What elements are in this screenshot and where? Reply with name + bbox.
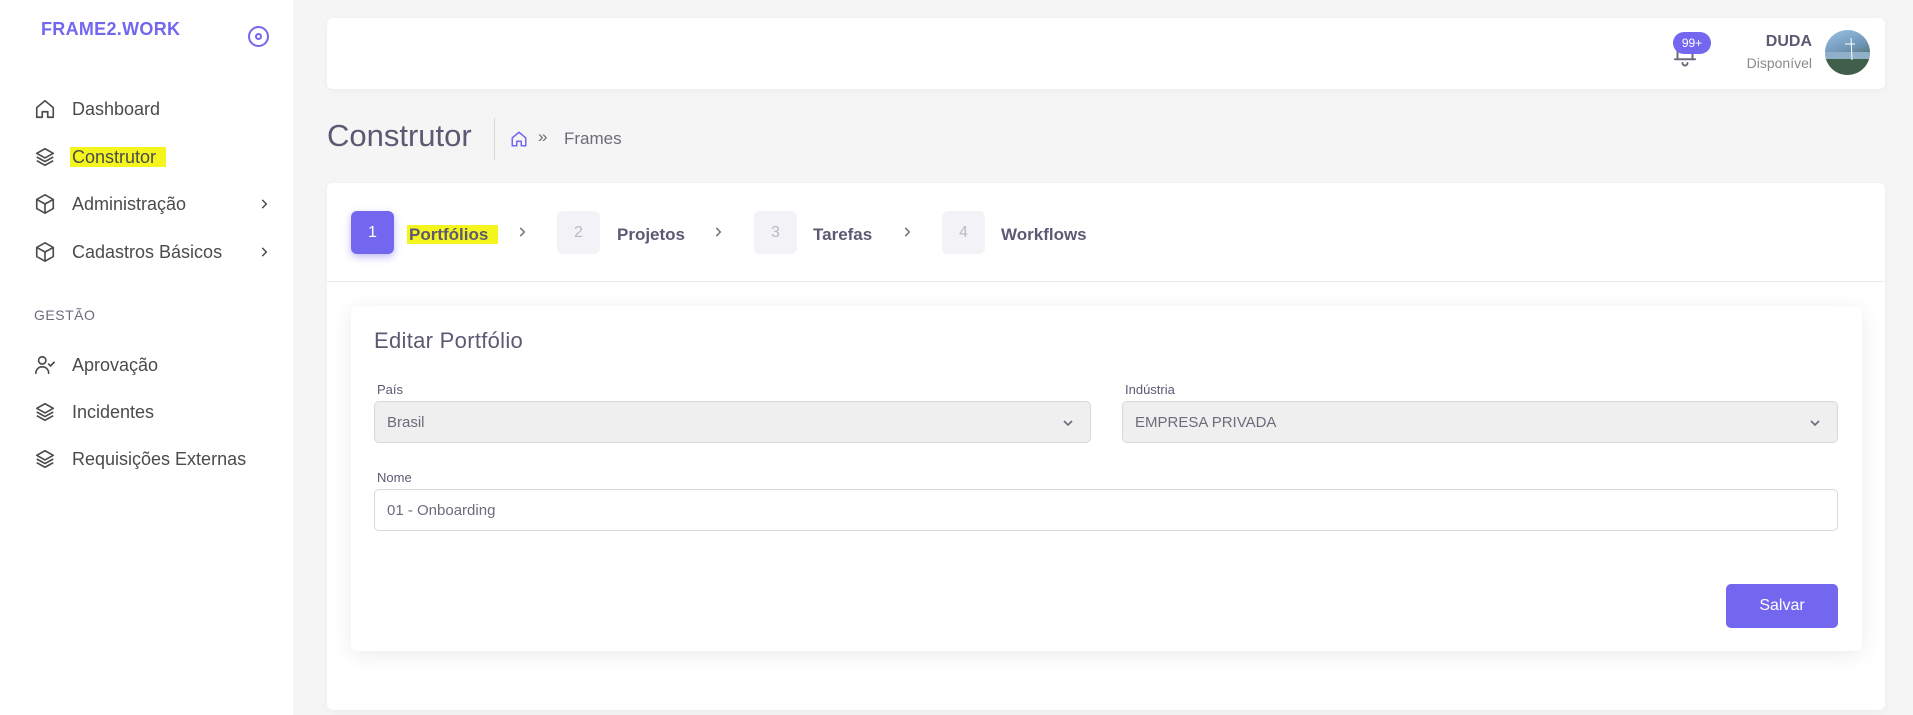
chevron-right-icon bbox=[255, 195, 273, 213]
save-button[interactable]: Salvar bbox=[1726, 584, 1838, 628]
pais-select[interactable]: Brasil bbox=[374, 401, 1091, 443]
nome-input[interactable] bbox=[374, 489, 1838, 531]
chevron-right-icon bbox=[255, 243, 273, 261]
form-title: Editar Portfólio bbox=[374, 328, 524, 353]
title-divider bbox=[494, 118, 495, 160]
sidebar-item-dashboard[interactable]: Dashboard bbox=[33, 94, 273, 124]
user-status: Disponível bbox=[1746, 55, 1812, 71]
breadcrumb-separator: » bbox=[538, 127, 548, 146]
step-label-text: Portfólios bbox=[407, 225, 499, 244]
sidebar-item-aprovacao[interactable]: Aprovação bbox=[33, 350, 273, 380]
home-icon bbox=[33, 97, 57, 121]
edit-portfolio-card bbox=[351, 306, 1862, 651]
sidebar-item-requisicoes-externas[interactable]: Requisições Externas bbox=[33, 444, 273, 474]
avatar[interactable] bbox=[1825, 30, 1870, 75]
layers-icon bbox=[33, 145, 57, 169]
layers-icon bbox=[33, 447, 57, 471]
step-number-4[interactable]: 4 bbox=[942, 211, 985, 254]
step-label-workflows[interactable]: Workflows bbox=[1001, 225, 1087, 245]
sidebar-item-label: Aprovação bbox=[72, 354, 159, 375]
chevron-down-icon bbox=[1807, 415, 1823, 431]
sidebar: FRAME2.WORK Dashboard Construtor Adminis… bbox=[0, 0, 293, 715]
sidebar-toggle-icon[interactable] bbox=[248, 26, 269, 47]
step-label-projetos[interactable]: Projetos bbox=[617, 225, 685, 245]
step-label-tarefas[interactable]: Tarefas bbox=[813, 225, 872, 245]
sidebar-item-construtor[interactable]: Construtor bbox=[33, 142, 273, 172]
sidebar-item-label: Cadastros Básicos bbox=[72, 241, 223, 262]
page-title: Construtor bbox=[327, 118, 472, 153]
industria-label: Indústria bbox=[1125, 382, 1175, 397]
nome-label: Nome bbox=[377, 470, 412, 485]
box-icon bbox=[33, 192, 57, 216]
brand-logo[interactable]: FRAME2.WORK bbox=[41, 19, 180, 40]
home-icon[interactable] bbox=[510, 130, 528, 148]
steps-divider bbox=[327, 281, 1885, 282]
layers-icon bbox=[33, 400, 57, 424]
sidebar-item-label: Administração bbox=[72, 193, 187, 214]
step-number-2[interactable]: 2 bbox=[557, 211, 600, 254]
sidebar-item-cadastros-basicos[interactable]: Cadastros Básicos bbox=[33, 237, 273, 267]
user-name[interactable]: DUDA bbox=[1766, 33, 1812, 51]
box-icon bbox=[33, 240, 57, 264]
industria-select[interactable]: EMPRESA PRIVADA bbox=[1122, 401, 1838, 443]
breadcrumb-current: Frames bbox=[564, 129, 622, 148]
industria-select-value: EMPRESA PRIVADA bbox=[1135, 413, 1277, 431]
step-number-3[interactable]: 3 bbox=[754, 211, 797, 254]
step-number-1[interactable]: 1 bbox=[351, 211, 394, 254]
chevron-right-icon bbox=[515, 225, 531, 241]
pais-select-value: Brasil bbox=[387, 413, 425, 431]
sidebar-item-label: Construtor bbox=[70, 146, 167, 167]
sidebar-item-label: Requisições Externas bbox=[72, 448, 247, 469]
chevron-right-icon bbox=[711, 225, 727, 241]
chevron-down-icon bbox=[1060, 415, 1076, 431]
sidebar-item-administracao[interactable]: Administração bbox=[33, 189, 273, 219]
sidebar-section-title: GESTÃO bbox=[34, 307, 96, 323]
user-check-icon bbox=[33, 353, 57, 377]
chevron-right-icon bbox=[900, 225, 916, 241]
sidebar-item-label: Incidentes bbox=[72, 401, 155, 422]
pais-label: País bbox=[377, 382, 404, 397]
step-label-portfolios[interactable]: Portfólios bbox=[407, 225, 499, 245]
sidebar-item-incidentes[interactable]: Incidentes bbox=[33, 397, 273, 427]
top-header bbox=[327, 18, 1885, 89]
sidebar-item-label: Dashboard bbox=[72, 98, 161, 119]
notification-badge[interactable]: 99+ bbox=[1673, 32, 1711, 54]
